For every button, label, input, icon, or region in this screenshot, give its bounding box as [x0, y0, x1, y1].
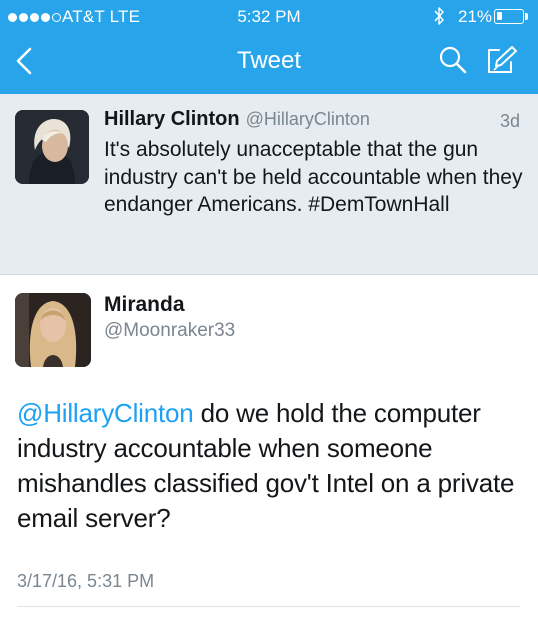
battery-percent: 21%: [458, 7, 493, 26]
battery-level-fill: [497, 12, 502, 20]
bluetooth-icon: [434, 7, 444, 25]
tweet-detail-screen: AT&T LTE 5:32 PM 21% Tweet Hillary Clint…: [0, 0, 538, 617]
author-handle[interactable]: @HillaryClinton: [246, 109, 370, 129]
battery-tip: [525, 13, 528, 20]
quoted-tweet-text: It's absolutely unacceptable that the gu…: [104, 138, 523, 216]
avatar[interactable]: [15, 110, 89, 184]
author-handle[interactable]: @Moonraker33: [104, 320, 235, 342]
profile-photo: [15, 110, 89, 184]
avatar[interactable]: [15, 293, 91, 367]
divider: [17, 606, 520, 607]
quoted-tweet-header: Hillary Clinton @HillaryClinton: [104, 108, 370, 131]
tweet-age: 3d: [499, 111, 520, 131]
mention-link[interactable]: @HillaryClinton: [17, 398, 194, 428]
tweet-text: @HillaryClinton do we hold the computer …: [17, 396, 525, 536]
search-icon[interactable]: [438, 45, 468, 75]
author-name[interactable]: Miranda: [104, 293, 185, 317]
compose-icon[interactable]: [486, 45, 518, 75]
top-bar: AT&T LTE 5:32 PM 21% Tweet: [0, 0, 538, 94]
battery-icon: [494, 9, 524, 24]
author-name[interactable]: Hillary Clinton: [104, 108, 240, 130]
profile-photo: [15, 293, 91, 367]
quoted-tweet[interactable]: Hillary Clinton @HillaryClinton 3d It's a…: [0, 94, 538, 275]
status-bar: AT&T LTE 5:32 PM 21%: [0, 0, 538, 34]
tweet-timestamp: 3/17/16, 5:31 PM: [17, 571, 155, 591]
